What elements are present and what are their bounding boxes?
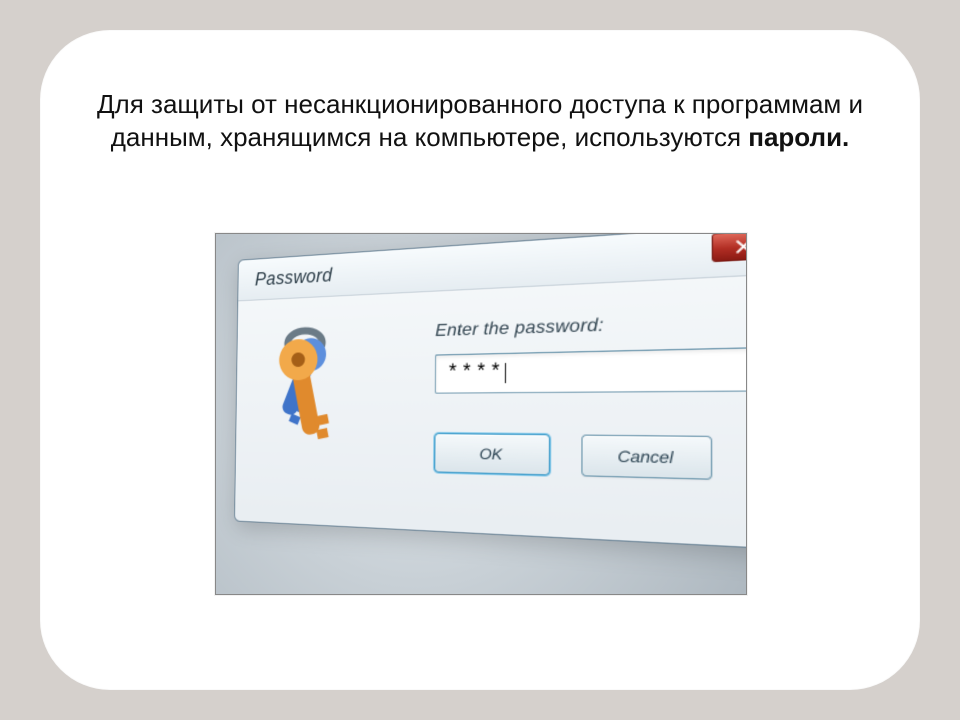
dialog-perspective-wrap: Password <box>236 259 736 559</box>
ok-button[interactable]: OK <box>434 433 550 476</box>
cancel-button[interactable]: Cancel <box>581 435 712 480</box>
text-caret <box>505 363 506 383</box>
dialog-title: Password <box>255 264 333 290</box>
password-prompt-label: Enter the password: <box>435 316 604 342</box>
headline-bold: пароли. <box>748 122 849 152</box>
close-button[interactable] <box>712 233 747 262</box>
slide-card: Для защиты от несанкционированного досту… <box>40 30 920 690</box>
password-dialog: Password <box>234 233 747 550</box>
dialog-photo: Password <box>215 233 747 595</box>
ok-button-label: OK <box>479 445 502 463</box>
keys-icon <box>252 311 380 460</box>
cancel-button-label: Cancel <box>617 447 673 467</box>
close-icon <box>735 233 747 259</box>
dialog-button-row: OK Cancel <box>434 433 712 480</box>
headline-text: Для защиты от несанкционированного досту… <box>80 88 880 153</box>
password-input[interactable]: **** <box>435 347 747 394</box>
password-value: **** <box>447 362 504 385</box>
dialog-body: Enter the password: **** OK Cancel <box>235 275 747 548</box>
